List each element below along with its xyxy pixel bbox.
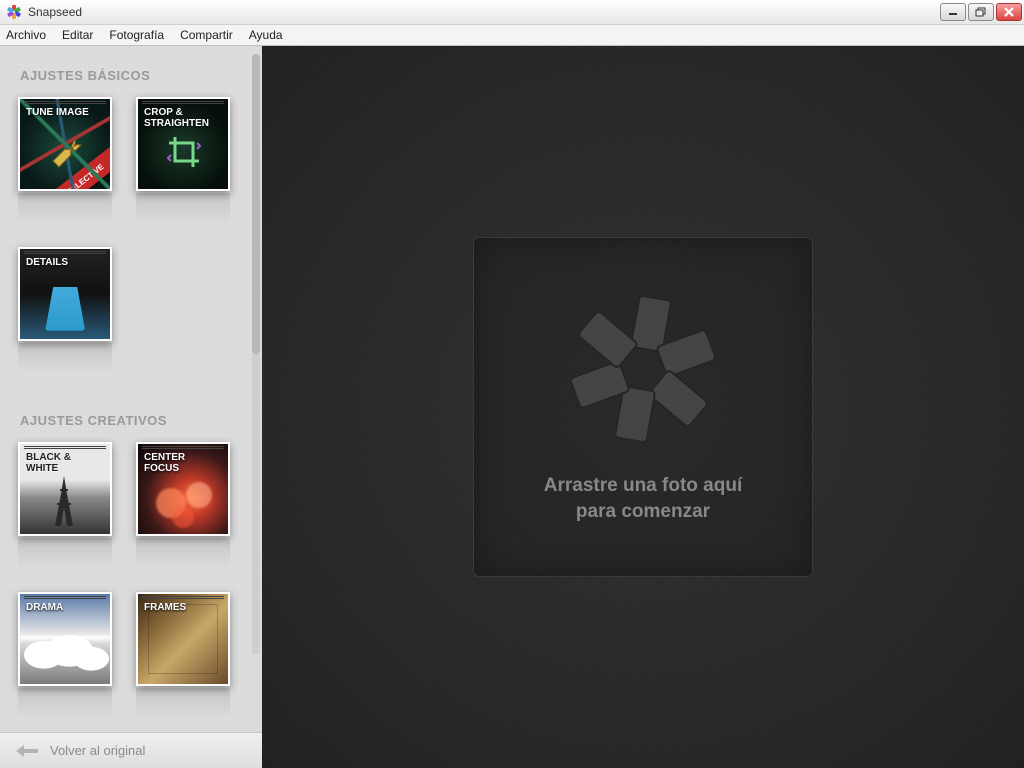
menu-fotografia[interactable]: Fotografía	[109, 28, 164, 42]
card-topbar	[142, 446, 224, 449]
eiffel-icon	[47, 474, 81, 528]
menu-editar[interactable]: Editar	[62, 28, 93, 42]
card-topbar	[142, 101, 224, 104]
close-icon	[1004, 7, 1014, 17]
app-icon	[6, 4, 22, 20]
titlebar: Snapseed	[0, 0, 1024, 25]
section-basic-label: AJUSTES BÁSICOS	[20, 68, 262, 83]
frame-icon	[148, 604, 218, 674]
revert-label: Volver al original	[50, 743, 145, 758]
sidebar-scrollbar-thumb[interactable]	[252, 54, 260, 354]
minimize-icon	[948, 8, 958, 16]
tool-label: CROP & STRAIGHTEN	[144, 107, 222, 129]
tool-center-focus[interactable]: CENTER FOCUS	[136, 442, 230, 568]
tool-reflection	[18, 343, 112, 373]
tool-label: CENTER FOCUS	[144, 452, 222, 474]
close-button[interactable]	[996, 3, 1022, 21]
tool-frames[interactable]: FRAMES	[136, 592, 230, 718]
tool-reflection	[18, 193, 112, 223]
tool-reflection	[136, 538, 230, 568]
sharpener-icon	[45, 287, 85, 331]
tool-label: DRAMA	[26, 602, 104, 613]
tool-reflection	[18, 688, 112, 718]
tool-reflection	[136, 688, 230, 718]
menu-ayuda[interactable]: Ayuda	[249, 28, 283, 42]
card-topbar	[24, 251, 106, 254]
pinwheel-icon	[563, 289, 723, 449]
menu-compartir[interactable]: Compartir	[180, 28, 233, 42]
drop-text: Arrastre una foto aquí para comenzar	[544, 473, 742, 524]
tool-reflection	[18, 538, 112, 568]
card-topbar	[142, 596, 224, 599]
restore-button[interactable]	[968, 3, 994, 21]
tool-tune-image[interactable]: TUNE IMAGE SELECTIVE	[18, 97, 112, 223]
tool-drama[interactable]: DRAMA	[18, 592, 112, 718]
tool-reflection	[136, 193, 230, 223]
card-topbar	[24, 446, 106, 449]
crop-icon	[167, 135, 201, 169]
clouds-icon	[20, 635, 112, 685]
menubar: Archivo Editar Fotografía Compartir Ayud…	[0, 25, 1024, 46]
tool-label: FRAMES	[144, 602, 222, 613]
revert-arrow-icon	[14, 743, 40, 759]
tool-details[interactable]: DETAILS	[18, 247, 112, 373]
drop-zone[interactable]: Arrastre una foto aquí para comenzar	[473, 237, 813, 577]
revert-button[interactable]: Volver al original	[0, 732, 262, 768]
drop-text-line2: para comenzar	[544, 499, 742, 525]
card-topbar	[24, 596, 106, 599]
card-topbar	[24, 101, 106, 104]
window-buttons	[940, 3, 1022, 21]
creative-tools: BLACK & WHITE CENTER FOCUS	[18, 442, 262, 732]
canvas-area: Arrastre una foto aquí para comenzar	[262, 46, 1024, 768]
content: AJUSTES BÁSICOS TUNE IMAGE SELECTIVE	[0, 46, 1024, 768]
basic-tools: TUNE IMAGE SELECTIVE CROP & STRAIGHTEN	[18, 97, 262, 373]
drop-text-line1: Arrastre una foto aquí	[544, 473, 742, 499]
tool-crop-straighten[interactable]: CROP & STRAIGHTEN	[136, 97, 230, 223]
tool-label: BLACK & WHITE	[26, 452, 104, 474]
menu-archivo[interactable]: Archivo	[6, 28, 46, 42]
tool-label: TUNE IMAGE	[26, 107, 104, 118]
sidebar: AJUSTES BÁSICOS TUNE IMAGE SELECTIVE	[0, 46, 262, 768]
sidebar-scroll: AJUSTES BÁSICOS TUNE IMAGE SELECTIVE	[0, 46, 262, 732]
tool-black-white[interactable]: BLACK & WHITE	[18, 442, 112, 568]
minimize-button[interactable]	[940, 3, 966, 21]
window-title: Snapseed	[28, 5, 940, 19]
tool-label: DETAILS	[26, 257, 104, 268]
wrench-icon	[47, 133, 87, 173]
section-creative-label: AJUSTES CREATIVOS	[20, 413, 262, 428]
restore-icon	[975, 7, 987, 17]
